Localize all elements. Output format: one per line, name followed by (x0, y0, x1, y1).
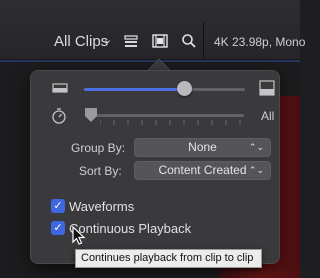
updown-chevron-icon: ⌃⌄ (248, 142, 264, 152)
sort-by-popup[interactable]: Content Created ⌃⌄ (134, 161, 271, 180)
waveforms-label[interactable]: Waveforms (69, 199, 134, 214)
continuous-playback-checkbox[interactable]: ✓ (51, 221, 65, 235)
continuous-playback-label[interactable]: Continuous Playback (69, 221, 191, 236)
toolbar: All Clips ⌄ 4K 23.98p, Mono (0, 0, 305, 60)
tooltip: Continues playback from clip to clip (75, 249, 262, 268)
group-by-popup[interactable]: None ⌃⌄ (134, 138, 271, 157)
small-clip-icon (52, 83, 68, 93)
clip-height-slider-fill (84, 88, 184, 91)
selection-strip (0, 60, 300, 62)
mouse-cursor-icon (72, 226, 86, 245)
group-by-label: Group By: (71, 141, 126, 155)
sort-by-label: Sort By: (79, 164, 122, 178)
clip-height-slider-knob[interactable] (177, 81, 192, 96)
duration-all-label: All (261, 109, 275, 123)
clip-appearance-icon[interactable] (122, 32, 140, 50)
waveforms-checkbox[interactable]: ✓ (51, 199, 65, 213)
chevron-down-icon: ⌄ (103, 34, 113, 46)
group-by-value: None (188, 140, 217, 154)
duration-slider-knob[interactable] (84, 107, 98, 123)
toolbar-divider (203, 22, 204, 60)
viewer-format-label: 4K 23.98p, Mono (214, 35, 306, 49)
sort-by-value: Content Created (158, 163, 247, 177)
duration-ticks (100, 120, 241, 125)
stopwatch-icon (52, 108, 66, 124)
large-clip-icon (259, 80, 275, 96)
all-clips-menu[interactable]: All Clips (54, 33, 108, 50)
search-icon[interactable] (180, 32, 198, 50)
filmstrip-icon[interactable] (151, 32, 169, 50)
clip-height-slider[interactable] (84, 88, 245, 91)
duration-slider[interactable] (87, 114, 244, 117)
updown-chevron-icon: ⌃⌄ (248, 165, 264, 175)
